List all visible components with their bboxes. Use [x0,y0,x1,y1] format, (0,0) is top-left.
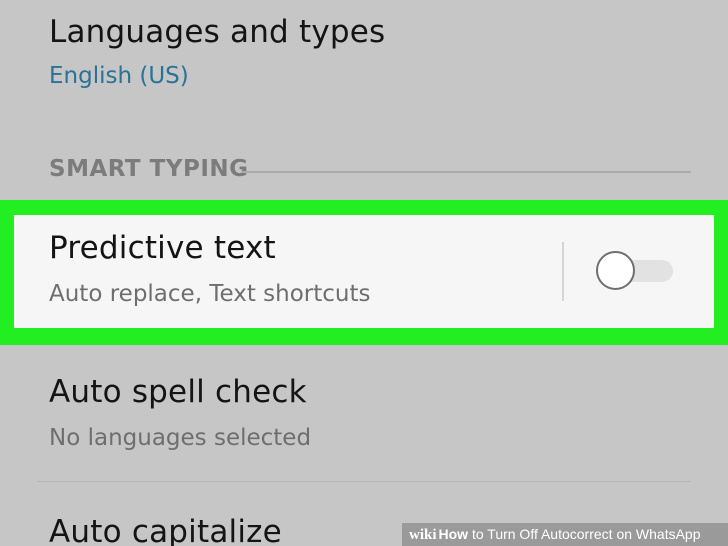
wikihow-article-title: to Turn Off Autocorrect on WhatsApp [468,526,701,542]
wikihow-how: How [438,526,469,542]
section-header-divider [241,171,691,173]
predictive-text-toggle[interactable] [596,251,674,291]
auto-spell-check-item[interactable]: Auto spell check No languages selected [0,350,728,480]
languages-and-types-item[interactable]: Languages and types English (US) [0,0,728,120]
predictive-text-title: Predictive text [49,230,276,266]
predictive-text-item[interactable]: Predictive text Auto replace, Text short… [14,215,714,328]
toggle-divider [562,242,564,301]
wikihow-banner: wiki How to Turn Off Autocorrect on Whats… [402,523,728,546]
keyboard-settings-screen: Languages and types English (US) SMART T… [0,0,728,546]
highlight-frame: Predictive text Auto replace, Text short… [0,200,728,345]
auto-spell-check-title: Auto spell check [49,374,307,410]
auto-capitalize-title: Auto capitalize [49,514,282,546]
smart-typing-section-header: SMART TYPING [49,156,249,182]
wikihow-logo: wiki [409,527,437,543]
predictive-text-subtitle: Auto replace, Text shortcuts [49,281,371,307]
languages-and-types-value: English (US) [49,63,189,89]
toggle-thumb [596,251,635,290]
languages-and-types-title: Languages and types [49,14,386,50]
auto-spell-check-subtitle: No languages selected [49,425,312,451]
